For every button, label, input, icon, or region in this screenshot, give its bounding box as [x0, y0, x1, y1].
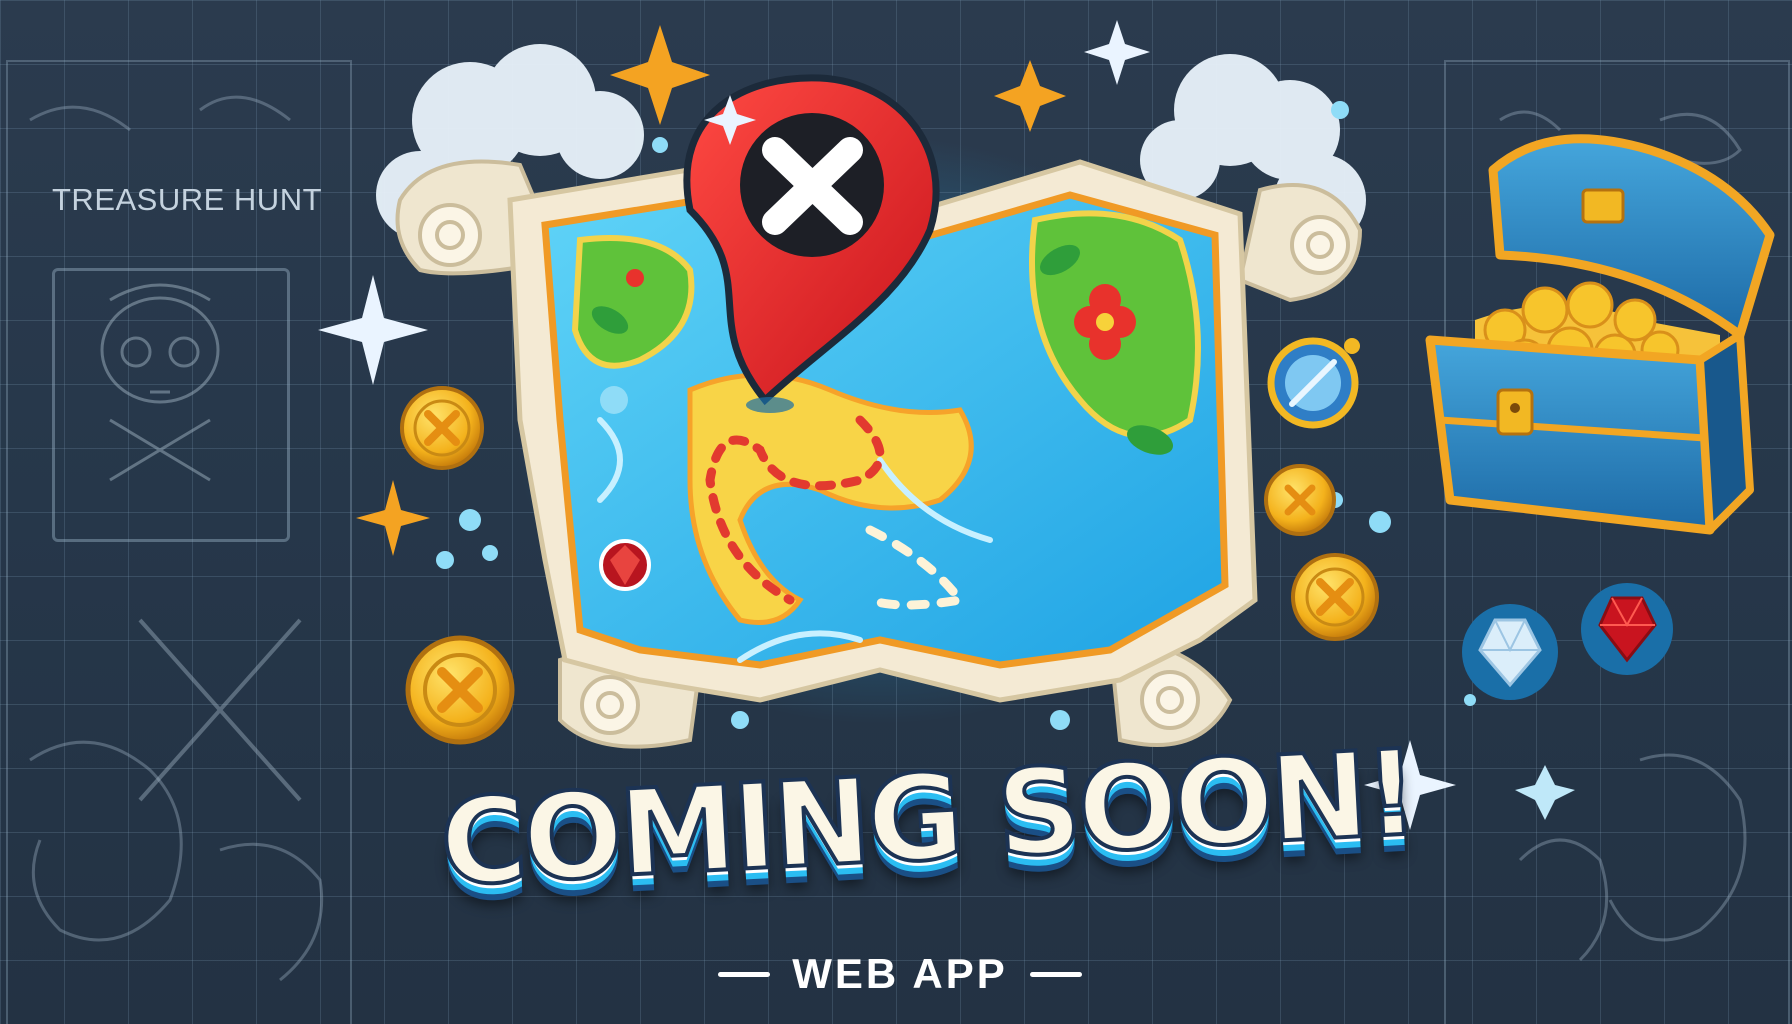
web-app-subtitle-row: WEB APP	[640, 950, 1160, 998]
map-gem-icon	[599, 539, 651, 591]
subtitle-dash-left	[718, 971, 771, 977]
subtitle-dash-right	[1029, 971, 1082, 977]
gold-coin-x-icon	[405, 635, 515, 745]
gold-coin-x-icon	[1264, 464, 1336, 536]
skull-sketch	[100, 283, 220, 482]
small-flower-icon	[626, 269, 644, 287]
treasure-chest	[1425, 134, 1775, 535]
ship-sketch	[29, 95, 324, 982]
web-app-label: WEB APP	[792, 950, 1008, 997]
crossed-swords-sketch	[138, 618, 302, 802]
gem-icon	[1581, 583, 1673, 675]
game-stage: TREASURE HUNT COMING SOON! WEB APP	[0, 0, 1792, 1024]
gem-icon	[1462, 604, 1558, 700]
gold-coin-x-icon	[400, 386, 484, 470]
compass-icon	[1267, 337, 1360, 429]
gold-coin-x-icon	[1291, 553, 1379, 641]
